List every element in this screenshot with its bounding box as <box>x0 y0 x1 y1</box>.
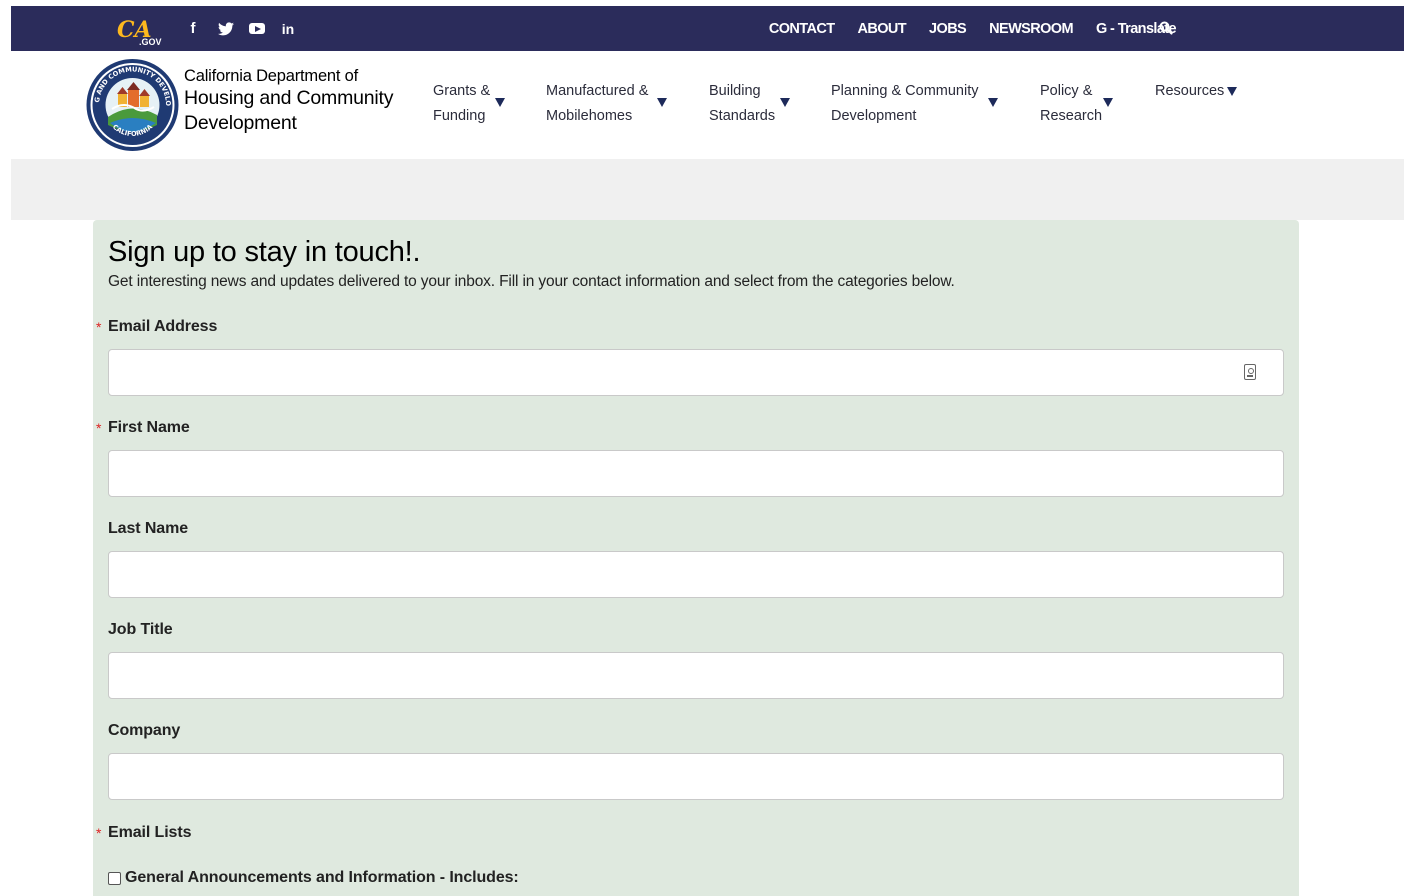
chevron-down-icon <box>988 98 998 107</box>
utility-bar: CA .GOV f in CONTACT ABOUT JOBS NEWSROOM… <box>11 6 1404 51</box>
nav-label-line1: Planning & Community <box>831 83 979 99</box>
twitter-icon[interactable] <box>216 19 236 39</box>
nav-policy-research[interactable]: Policy & Research <box>1040 79 1113 129</box>
form-subtitle: Get interesting news and updates deliver… <box>108 273 955 290</box>
hcd-seal-logo[interactable]: HOUSING AND COMMUNITY DEVELOPMENT CALIFO… <box>81 51 181 153</box>
autofill-contact-icon[interactable] <box>1244 364 1256 380</box>
required-marker: * <box>96 420 102 436</box>
linkedin-icon[interactable]: in <box>278 19 298 39</box>
nav-label-line1: Building <box>709 83 761 99</box>
facebook-icon[interactable]: f <box>183 19 203 39</box>
first-name-label: First Name <box>108 419 190 436</box>
site-header: HOUSING AND COMMUNITY DEVELOPMENT CALIFO… <box>11 51 1404 159</box>
nav-building-standards[interactable]: Building Standards <box>709 79 790 129</box>
first-name-input[interactable] <box>108 450 1284 497</box>
company-label: Company <box>108 722 181 739</box>
nav-label-line2: Research <box>1040 108 1103 124</box>
chevron-down-icon <box>1227 87 1237 96</box>
chevron-down-icon <box>657 98 667 107</box>
dept-name-line1: California Department of <box>184 67 359 85</box>
contact-link[interactable]: CONTACT <box>769 21 835 37</box>
dept-name-line3: Development <box>184 112 297 134</box>
required-marker: * <box>96 825 102 841</box>
dept-name-line2: Housing and Community <box>184 87 394 109</box>
job-title-label: Job Title <box>108 621 173 638</box>
general-announcements-label[interactable]: General Announcements and Information - … <box>125 869 519 887</box>
required-marker: * <box>96 319 102 335</box>
nav-planning-community-development[interactable]: Planning & Community Development <box>831 79 998 129</box>
email-list-general-announcements[interactable]: General Announcements and Information - … <box>108 869 519 887</box>
general-announcements-checkbox[interactable] <box>108 871 121 885</box>
department-name[interactable]: California Department of Housing and Com… <box>184 66 394 135</box>
chevron-down-icon <box>1103 98 1113 107</box>
nav-label-line1: Policy & <box>1040 83 1093 99</box>
last-name-label: Last Name <box>108 520 189 537</box>
social-links: f in <box>183 6 311 51</box>
job-title-input[interactable] <box>108 652 1284 699</box>
youtube-icon[interactable] <box>249 23 265 34</box>
nav-label-line1: Grants & <box>433 83 491 99</box>
last-name-input[interactable] <box>108 551 1284 598</box>
chevron-down-icon <box>780 98 790 107</box>
nav-label-line1: Manufactured & <box>546 83 649 99</box>
nav-label-line2: Development <box>831 108 917 124</box>
form-title: Sign up to stay in touch!. <box>108 236 421 268</box>
chevron-down-icon <box>495 98 505 107</box>
breadcrumb-band <box>11 159 1404 220</box>
search-icon[interactable] <box>1159 21 1173 35</box>
email-address-label: Email Address <box>108 318 218 335</box>
nav-label-line2: Mobilehomes <box>546 108 633 124</box>
newsroom-link[interactable]: NEWSROOM <box>989 21 1073 37</box>
nav-label-line1: Resources <box>1155 83 1225 99</box>
nav-grants-funding[interactable]: Grants & Funding <box>433 79 505 129</box>
nav-label-line2: Standards <box>709 108 776 124</box>
utility-links: CONTACT ABOUT JOBS NEWSROOM G - Translat… <box>746 6 1177 51</box>
about-link[interactable]: ABOUT <box>857 21 906 37</box>
nav-resources[interactable]: Resources <box>1155 79 1237 104</box>
nav-label-line2: Funding <box>433 108 486 124</box>
company-input[interactable] <box>108 753 1284 800</box>
ca-gov-logo[interactable]: CA .GOV <box>117 16 171 47</box>
nav-manufactured-mobilehomes[interactable]: Manufactured & Mobilehomes <box>546 79 667 129</box>
email-address-input[interactable] <box>108 349 1284 396</box>
jobs-link[interactable]: JOBS <box>929 21 967 37</box>
email-lists-label: Email Lists <box>108 824 192 841</box>
